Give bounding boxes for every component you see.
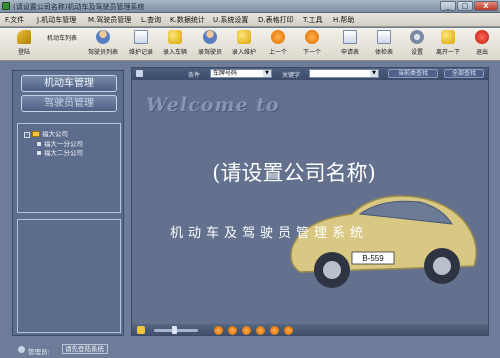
status-bar: 管理员: 请先登陆系统 (0, 342, 500, 358)
driver-management-button[interactable]: 驾驶员管理 (21, 95, 117, 112)
add-car-icon (168, 30, 182, 44)
next-icon (305, 30, 319, 44)
chevron-down-icon: ▼ (370, 70, 378, 77)
user-icon (18, 346, 25, 353)
menu-help[interactable]: H.帮助 (333, 15, 354, 25)
chevron-down-icon: ▼ (263, 70, 271, 77)
vehicle-management-button[interactable]: 机动车管理 (21, 75, 117, 92)
menu-tools[interactable]: T.工具 (303, 15, 323, 25)
keyword-input[interactable]: ▼ (309, 69, 379, 78)
status-label: 管理员: (28, 348, 50, 356)
node-icon (36, 150, 42, 156)
welcome-text: Welcome to (146, 94, 280, 116)
medical-form-icon (377, 30, 391, 44)
menu-driver[interactable]: M.驾驶员管理 (88, 15, 131, 25)
key-icon (17, 30, 31, 44)
license-plate: B-559 (362, 254, 384, 263)
condition-select[interactable]: 车牌号码 ▼ (210, 69, 272, 78)
keyword-label: 关键字 (282, 72, 301, 79)
exit-button[interactable]: 退出 (462, 30, 500, 59)
driver-list-button[interactable]: 驾驶员列表 (83, 30, 123, 59)
menu-statistics[interactable]: K.数据统计 (170, 15, 205, 25)
minimize-button[interactable]: _ (440, 1, 456, 11)
loop-icon[interactable] (284, 326, 293, 335)
stop-icon[interactable] (214, 326, 223, 335)
search-all-button[interactable]: 全部查找 (444, 69, 484, 78)
menu-file[interactable]: F.文件 (5, 15, 24, 25)
detail-panel (17, 219, 121, 333)
exit-icon (475, 30, 489, 44)
menu-print[interactable]: D.表格打印 (258, 15, 294, 25)
driver-icon (96, 30, 110, 44)
menu-vehicle[interactable]: J.机动车管理 (37, 15, 76, 25)
prev-icon (271, 30, 285, 44)
wrench-icon (134, 30, 148, 44)
company-name: (请设置公司名称) (212, 161, 376, 185)
form-icon (343, 30, 357, 44)
next-button[interactable]: 下一个 (292, 30, 332, 59)
maximize-button[interactable]: □ (457, 1, 473, 11)
search-icon (136, 70, 143, 77)
vehicle-list-button[interactable]: 机动车列表 (42, 30, 206, 144)
add-maintenance-icon (237, 30, 251, 44)
status-value: 请先登陆系统 (62, 344, 108, 354)
search-current-button[interactable]: 当前类查找 (388, 69, 438, 78)
gear-icon (410, 30, 424, 44)
previous-track-icon[interactable] (256, 326, 265, 335)
folder-icon[interactable] (137, 326, 145, 334)
pause-icon[interactable] (242, 326, 251, 335)
slider-handle[interactable] (172, 326, 177, 334)
add-vehicle-button[interactable]: 录入车辆 (155, 30, 195, 59)
menu-bar: F.文件 J.机动车管理 M.驾驶员管理 L.查询 K.数据统计 U.系统设置 … (0, 13, 500, 27)
search-bar: 条件 车牌号码 ▼ 关键字 ▼ 当前类查找 全部查找 (132, 68, 488, 80)
play-icon[interactable] (228, 326, 237, 335)
add-driver-icon (203, 30, 217, 44)
collapse-icon[interactable]: - (24, 132, 30, 138)
tree-item-branch-2[interactable]: 福大二分公司 (36, 147, 83, 157)
condition-label: 条件 (188, 72, 201, 79)
title-bar: (请设置公司名称)机动车及驾驶员管理系统 _ □ X (0, 0, 500, 13)
company-tree: - 福大公司 福大一分公司 福大二分公司 (17, 123, 121, 213)
toolbar: 登陆 机动车列表 驾驶员列表 维护记录 录入车辆 录驾驶员 录入维护 上一个 下… (0, 28, 500, 144)
login-button[interactable]: 登陆 (4, 30, 44, 59)
left-panel: 机动车管理 驾驶员管理 - 福大公司 福大一分公司 福大二分公司 (12, 70, 124, 336)
next-track-icon[interactable] (270, 326, 279, 335)
close-button[interactable]: X (474, 1, 498, 11)
system-name: 机动车及驾驶员管理系统 (170, 226, 369, 241)
pause-icon (441, 30, 455, 44)
menu-settings[interactable]: U.系统设置 (213, 15, 248, 25)
tree-root[interactable]: - 福大公司 (24, 128, 68, 138)
menu-query[interactable]: L.查询 (141, 15, 161, 25)
folder-icon (32, 131, 40, 137)
window-title: (请设置公司名称)机动车及驾驶员管理系统 (13, 3, 145, 11)
main-panel: 条件 车牌号码 ▼ 关键字 ▼ 当前类查找 全部查找 Welcome to B-… (131, 67, 489, 336)
app-icon (2, 2, 10, 10)
player-bar (132, 324, 488, 335)
